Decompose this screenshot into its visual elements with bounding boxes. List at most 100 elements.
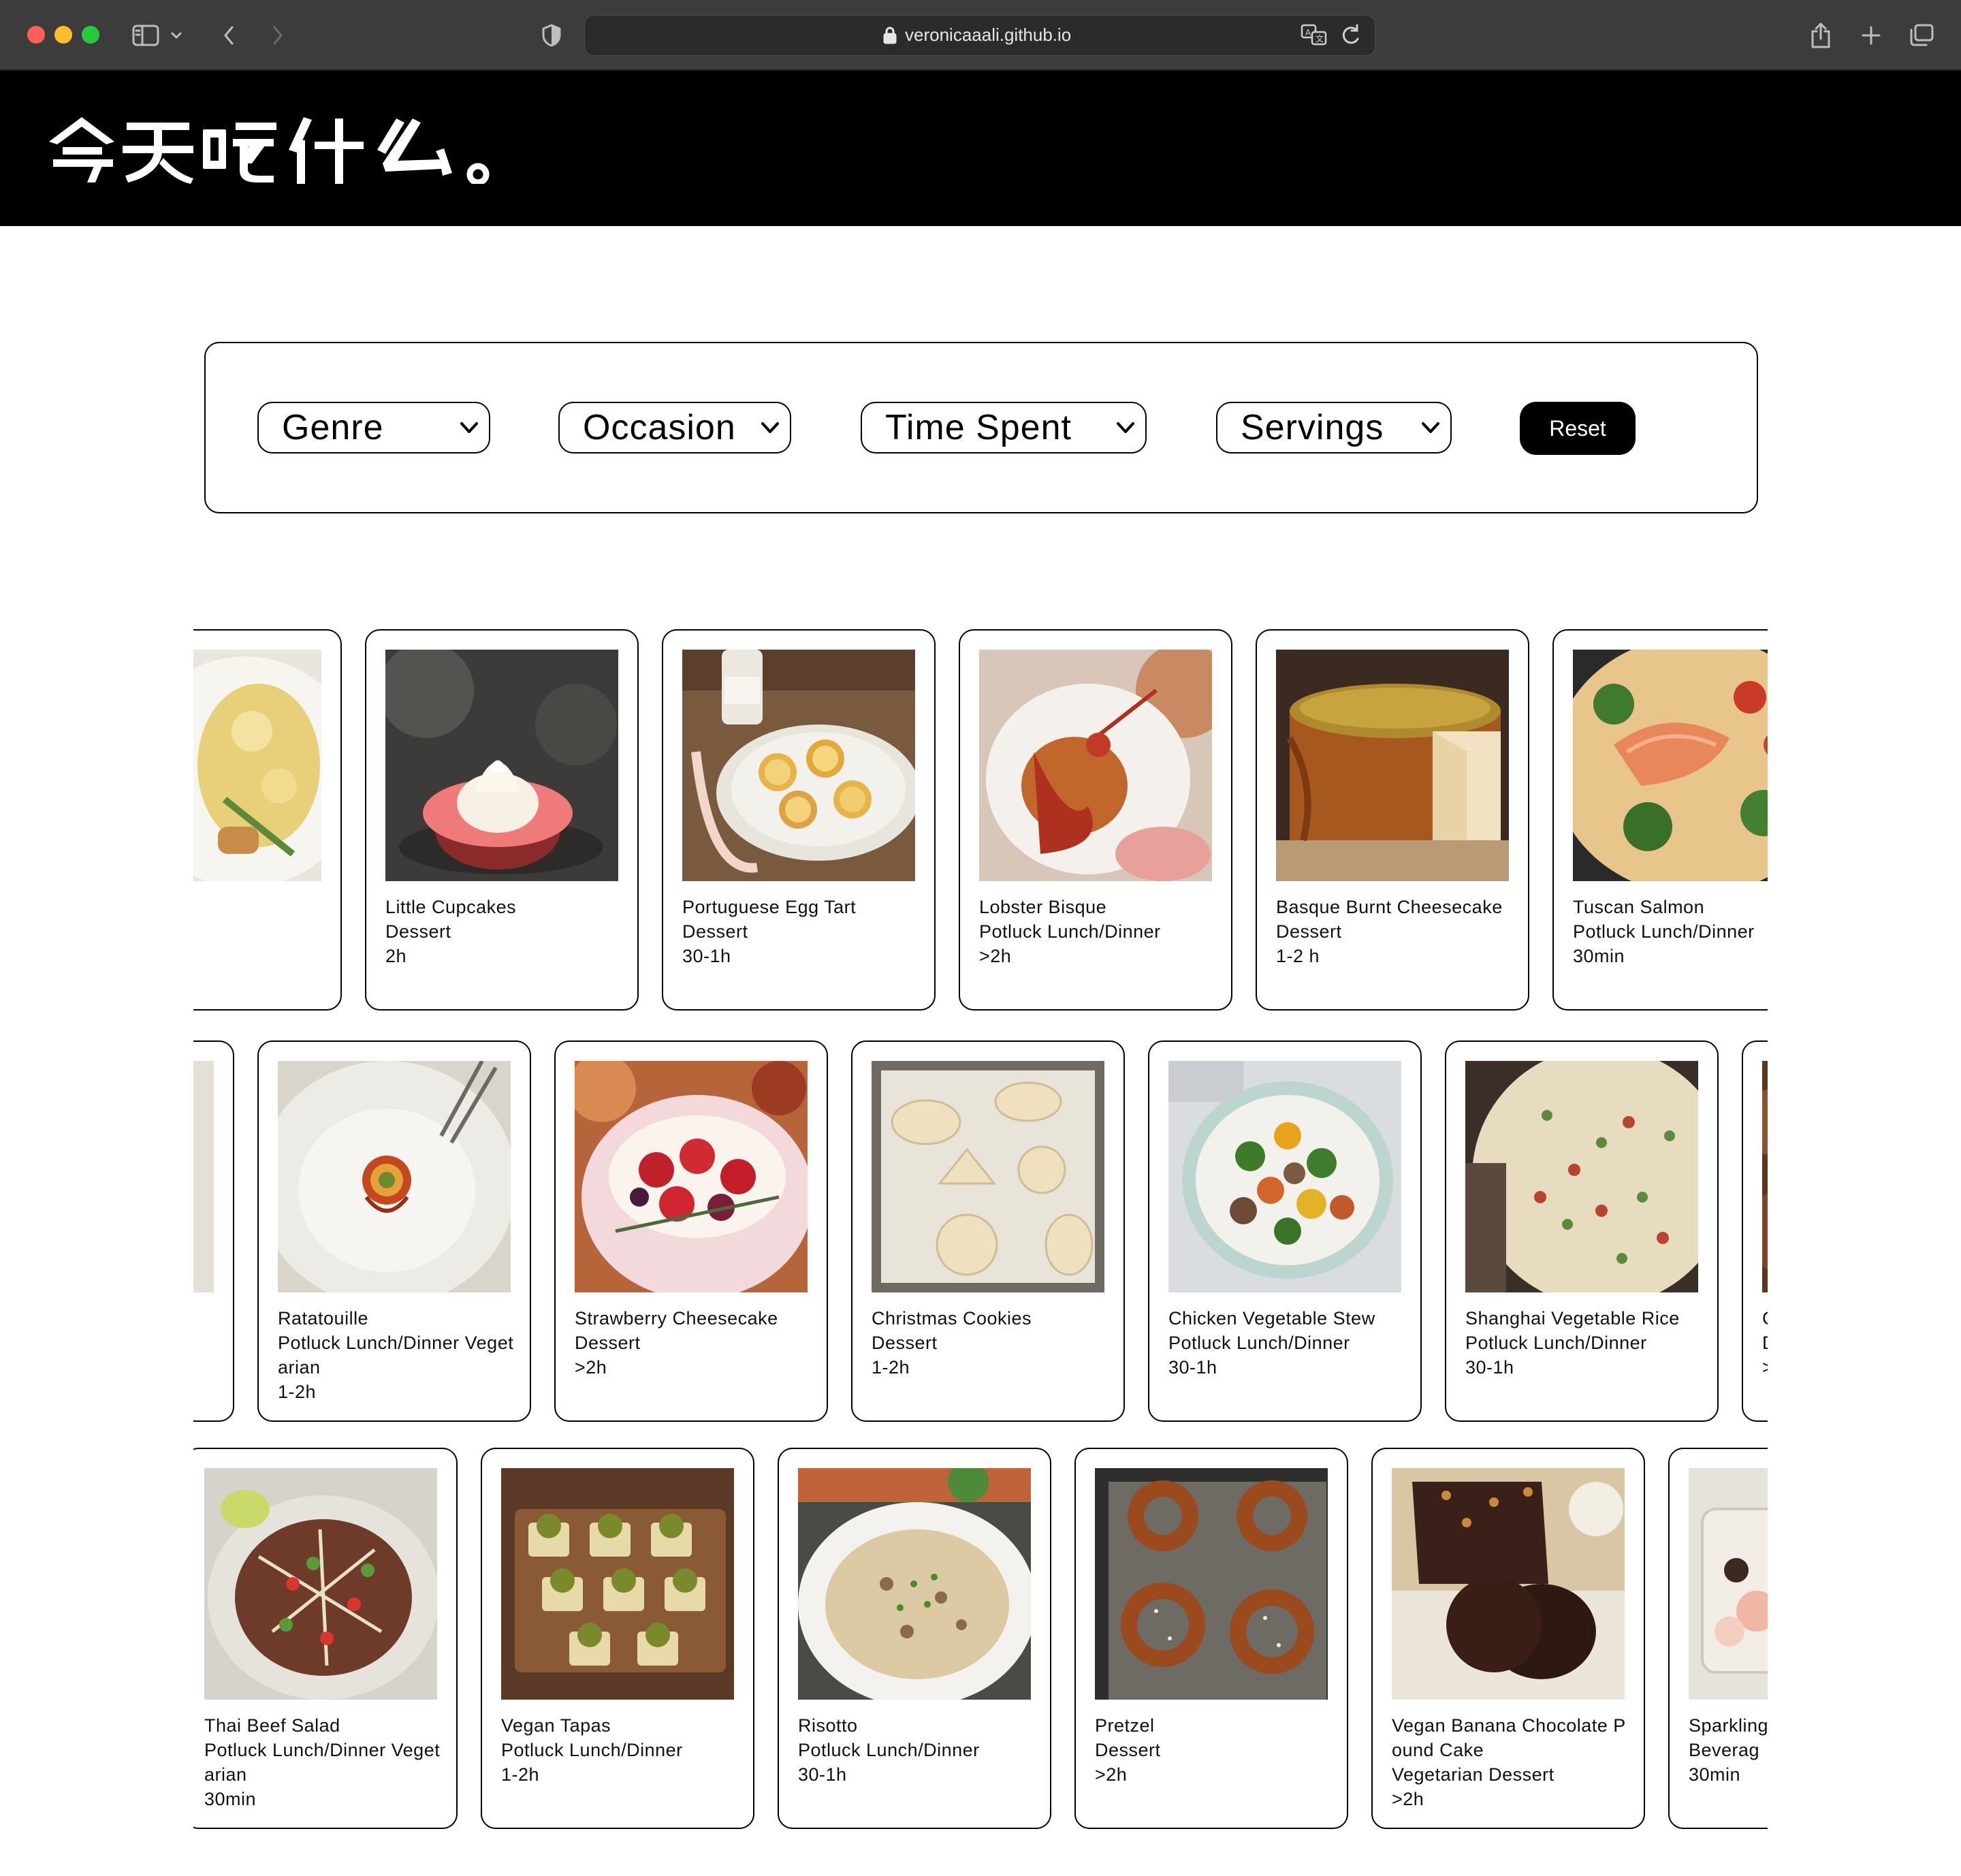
recipe-card[interactable]: Pretzel Dessert >2h: [1074, 1448, 1348, 1829]
recipe-card[interactable]: Lobster Bisque Potluck Lunch/Dinner >2h: [959, 629, 1232, 1011]
servings-dropdown[interactable]: Servings: [1216, 402, 1452, 454]
recipe-name: Chicken Vegetable Stew: [1168, 1308, 1375, 1329]
recipe-card[interactable]: [193, 1040, 234, 1422]
privacy-shield-icon[interactable]: [535, 19, 568, 52]
recipe-time: >2h: [1095, 1764, 1128, 1785]
recipe-time: 30-1h: [1168, 1357, 1217, 1378]
reload-icon[interactable]: [1337, 21, 1364, 52]
recipe-time: 2h: [385, 946, 407, 966]
site-logo[interactable]: [48, 116, 497, 187]
recipe-card[interactable]: Strawberry Cheesecake Dessert >2h: [554, 1040, 828, 1422]
new-tab-icon[interactable]: [1855, 19, 1887, 52]
recipe-time: 30min: [1573, 946, 1625, 966]
recipe-card[interactable]: Tuscan Salmon Potluck Lunch/Dinner 30min: [1552, 629, 1768, 1011]
translate-icon[interactable]: A文: [1300, 21, 1328, 52]
share-icon[interactable]: [1804, 19, 1837, 52]
recipe-category: [193, 1331, 219, 1355]
recipe-time: >2h: [1762, 1355, 1768, 1380]
recipe-name: Little Cupcakes: [385, 897, 517, 917]
recipe-photo: [1276, 650, 1509, 881]
recipe-time: 30min: [204, 1789, 257, 1809]
recipe-name: Christmas Cookies: [872, 1308, 1032, 1329]
site-logo-wordmark: [49, 117, 490, 186]
recipe-card[interactable]: Christmas Cookies Dessert 1-2h: [851, 1040, 1125, 1422]
recipe-info: Tuscan Salmon Potluck Lunch/Dinner 30min: [1573, 895, 1768, 968]
recipe-category: Potluck Lunch/Dinner: [1465, 1333, 1647, 1353]
recipe-name: Basque Burnt Cheesecake: [1276, 897, 1503, 917]
recipe-category: Dessert: [682, 921, 748, 942]
recipe-time: 30-1h: [798, 1764, 847, 1785]
recipe-name: [193, 1306, 219, 1331]
recipe-card[interactable]: Little Cupcakes Dessert 2h: [365, 629, 639, 1011]
recipe-photo: [798, 1468, 1031, 1700]
recipe-category: Potluck Lunch/Dinner Vegetarian: [204, 1740, 441, 1785]
recipe-photo: [204, 1468, 437, 1700]
recipe-category: Potluck Lunch/Dinner: [979, 921, 1161, 942]
recipe-time: >2h: [575, 1357, 607, 1378]
recipe-category: Dessert: [385, 921, 451, 942]
recipe-info: Lobster Bisque Potluck Lunch/Dinner >2h: [979, 895, 1217, 968]
recipe-card[interactable]: Risotto Potluck Lunch/Dinner 30-1h: [778, 1448, 1051, 1829]
recipe-photo: [1689, 1468, 1768, 1700]
time-spent-dropdown-label: Time Spent: [885, 408, 1072, 447]
address-bar[interactable]: veronicaaali.github.io A文: [584, 15, 1375, 56]
recipe-name: Sparkling: [1689, 1715, 1768, 1736]
zoom-window-button[interactable]: [82, 26, 99, 44]
recipe-card[interactable]: Chicken Vegetable Stew Potluck Lunch/Din…: [1148, 1040, 1422, 1422]
minimize-window-button[interactable]: [54, 26, 72, 44]
recipe-card[interactable]: Ratatouille Potluck Lunch/Dinner Vegetar…: [257, 1040, 531, 1422]
recipe-time: 30min: [1689, 1764, 1741, 1785]
tab-overview-icon[interactable]: [1905, 19, 1938, 52]
svg-text:文: 文: [1316, 33, 1324, 44]
recipe-card[interactable]: Portuguese Egg Tart Dessert 30-1h: [662, 629, 936, 1011]
recipe-info: Portuguese Egg Tart Dessert 30-1h: [682, 895, 921, 968]
recipe-card[interactable]: [193, 629, 342, 1011]
recipe-name: Pretzel: [1095, 1715, 1155, 1736]
recipe-photo: [278, 1061, 511, 1292]
recipe-category: Dessert: [872, 1333, 938, 1353]
recipe-category: Potluck Lunch/Dinner: [1168, 1333, 1350, 1353]
chevron-down-icon: [1420, 419, 1441, 439]
recipe-card[interactable]: Cin Des >2h: [1742, 1040, 1768, 1422]
recipe-info: Pretzel Dessert >2h: [1095, 1713, 1333, 1787]
recipe-name: [193, 895, 327, 919]
recipe-card[interactable]: Vegan Banana Chocolate Pound Cake Vegeta…: [1371, 1448, 1645, 1829]
genre-dropdown[interactable]: Genre: [257, 402, 490, 454]
recipe-name: Ratatouille: [278, 1308, 369, 1329]
recipe-row-1: Little Cupcakes Dessert 2h Portuguese Eg…: [193, 628, 1768, 1013]
recipe-info: [193, 1306, 219, 1380]
recipe-info: Cin Des >2h: [1762, 1306, 1768, 1380]
recipe-photo: [575, 1061, 808, 1292]
genre-dropdown-label: Genre: [282, 408, 384, 447]
recipe-info: Ratatouille Potluck Lunch/Dinner Vegetar…: [278, 1306, 516, 1404]
recipe-time: [193, 1355, 219, 1380]
recipe-name: Vegan Tapas: [501, 1715, 611, 1736]
recipe-category: Dessert: [1276, 921, 1342, 942]
recipe-info: Christmas Cookies Dessert 1-2h: [872, 1306, 1110, 1380]
recipe-card[interactable]: Thai Beef Salad Potluck Lunch/Dinner Veg…: [193, 1448, 458, 1829]
time-spent-dropdown[interactable]: Time Spent: [861, 402, 1147, 454]
recipe-info: Shanghai Vegetable Rice Potluck Lunch/Di…: [1465, 1306, 1704, 1380]
recipe-time: [193, 944, 327, 968]
filter-panel: Genre Occasion Time Spent Servings Reset: [204, 342, 1758, 513]
recipe-category: Dessert: [575, 1333, 641, 1353]
sidebar-icon[interactable]: [129, 19, 162, 52]
recipe-row-3: Thai Beef Salad Potluck Lunch/Dinner Veg…: [193, 1446, 1768, 1832]
reset-button[interactable]: Reset: [1520, 402, 1636, 455]
recipe-card[interactable]: Basque Burnt Cheesecake Dessert 1-2 h: [1256, 629, 1529, 1011]
site-header: [0, 71, 1961, 226]
recipe-card[interactable]: Vegan Tapas Potluck Lunch/Dinner 1-2h: [481, 1448, 754, 1829]
servings-dropdown-label: Servings: [1241, 408, 1384, 447]
back-icon[interactable]: [212, 19, 245, 52]
recipe-info: Thai Beef Salad Potluck Lunch/Dinner Veg…: [204, 1713, 443, 1811]
forward-icon[interactable]: [261, 19, 294, 52]
recipe-card[interactable]: Sparkling Beverag 30min: [1668, 1448, 1768, 1829]
recipe-photo: [872, 1061, 1104, 1292]
occasion-dropdown[interactable]: Occasion: [558, 402, 791, 454]
chevron-down-icon[interactable]: [166, 19, 187, 52]
recipe-photo: [1168, 1061, 1401, 1292]
close-window-button[interactable]: [27, 26, 45, 44]
recipe-name: Vegan Banana Chocolate Pound Cake: [1392, 1715, 1626, 1760]
recipe-card[interactable]: Shanghai Vegetable Rice Potluck Lunch/Di…: [1445, 1040, 1719, 1422]
recipe-category: Dessert: [1095, 1740, 1161, 1760]
